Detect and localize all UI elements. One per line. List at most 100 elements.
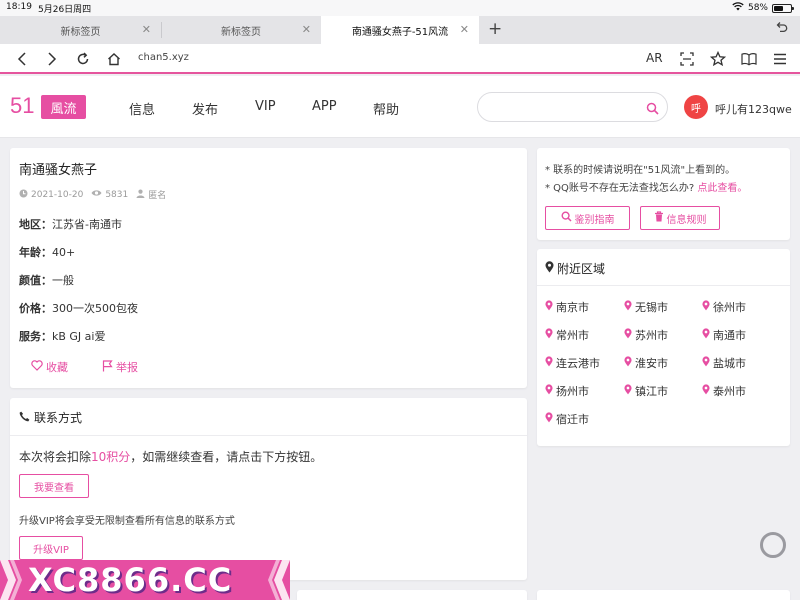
reload-icon[interactable] [75, 51, 91, 67]
city-link[interactable]: 盐城市 [702, 355, 746, 371]
nav-info[interactable]: 信息 [129, 99, 155, 118]
map-pin-icon [545, 356, 553, 370]
tab-active[interactable]: 南通骚女燕子-51风流 ✕ [321, 16, 479, 44]
identify-guide-button[interactable]: 鉴别指南 [545, 206, 630, 230]
home-icon[interactable] [106, 51, 122, 67]
tab-new-1[interactable]: 新标签页 ✕ [0, 16, 161, 44]
city-link[interactable]: 淮安市 [624, 355, 668, 371]
star-icon[interactable] [710, 51, 726, 67]
new-tab-icon[interactable]: + [488, 19, 502, 39]
map-pin-icon [545, 328, 553, 342]
menu-icon[interactable] [772, 51, 788, 67]
floating-assistive-button[interactable] [760, 532, 786, 558]
view-count: 5831 [105, 189, 129, 200]
upgrade-vip-button[interactable]: 升级VIP [19, 536, 83, 560]
map-pin-icon [545, 412, 553, 426]
close-icon[interactable]: ✕ [142, 23, 151, 36]
banner-text: XC8866.CC [28, 561, 233, 599]
map-pin-icon [624, 384, 632, 398]
favorite-button[interactable]: 收藏 [31, 359, 68, 375]
bookmarks-icon[interactable] [741, 51, 757, 67]
nav-app[interactable]: APP [312, 99, 337, 114]
ar-button[interactable]: AR [646, 51, 663, 65]
scan-icon[interactable] [679, 51, 695, 67]
city-link[interactable]: 无锡市 [624, 299, 668, 315]
logo-number[interactable]: 51 [10, 93, 34, 119]
search-icon [560, 211, 572, 225]
map-pin-icon [624, 300, 632, 314]
bottom-card [537, 590, 790, 600]
map-pin-icon [624, 328, 632, 342]
tab-bar: 新标签页 ✕ 新标签页 ✕ 南通骚女燕子-51风流 ✕ + [0, 16, 800, 44]
forward-icon[interactable] [44, 51, 60, 67]
check-here-link[interactable]: 点此查看。 [697, 183, 747, 194]
map-pin-icon [545, 300, 553, 314]
city-label: 常州市 [556, 329, 589, 342]
nav-publish[interactable]: 发布 [192, 99, 218, 118]
trash-icon [654, 211, 664, 225]
nav-vip[interactable]: VIP [255, 99, 276, 114]
city-label: 南京市 [556, 301, 589, 314]
city-link[interactable]: 扬州市 [545, 383, 589, 399]
city-link[interactable]: 连云港市 [545, 355, 600, 371]
nearby-areas-card: 附近区域 南京市 无锡市 徐州市 常州市 苏州市 南通市 连云港市 淮安市 盐城市 扬州市 镇江市 泰… [537, 249, 790, 446]
battery-percent: 58% [747, 3, 768, 13]
tab-new-2[interactable]: 新标签页 ✕ [161, 16, 321, 44]
map-pin-icon [702, 328, 710, 342]
phone-icon [19, 411, 30, 425]
status-time: 18:19 [6, 2, 32, 12]
city-link[interactable]: 常州市 [545, 327, 589, 343]
map-pin-icon [702, 384, 710, 398]
report-button[interactable]: 举报 [102, 359, 138, 375]
contact-title: 联系方式 [19, 409, 82, 426]
city-link[interactable]: 南京市 [545, 299, 589, 315]
username[interactable]: 呼儿有123qwe [715, 101, 792, 117]
contact-card: 联系方式 本次将会扣除10积分，如需继续查看，请点击下方按钮。 我要查看 升级V… [10, 398, 527, 580]
close-icon[interactable]: ✕ [302, 23, 311, 36]
city-label: 南通市 [713, 329, 746, 342]
undo-icon[interactable] [775, 21, 788, 38]
field-price: 价格：300一次500包夜 [19, 302, 138, 315]
close-icon[interactable]: ✕ [460, 23, 469, 36]
logo-badge[interactable]: 風流 [41, 95, 86, 119]
back-icon[interactable] [14, 51, 30, 67]
city-link[interactable]: 徐州市 [702, 299, 746, 315]
ad-banner[interactable]: XC8866.CC [0, 560, 290, 600]
search-input[interactable] [490, 99, 640, 115]
heart-icon [31, 360, 43, 374]
city-link[interactable]: 宿迁市 [545, 411, 589, 427]
field-service: 服务：kB GJ ai爱 [19, 330, 106, 343]
city-label: 苏州市 [635, 329, 668, 342]
bottom-card-left [297, 590, 527, 600]
status-date: 5月26日周四 [38, 5, 92, 15]
field-region: 地区：江苏省-南通市 [19, 218, 122, 231]
notice-card: * 联系的时候请说明在"51风流"上看到的。 * QQ账号不存在无法查找怎么办?… [537, 148, 790, 240]
map-pin-icon [545, 384, 553, 398]
nav-help[interactable]: 帮助 [373, 99, 399, 118]
view-contact-button[interactable]: 我要查看 [19, 474, 89, 498]
post-meta: 2021-10-20 5831 匿名 [19, 188, 166, 201]
flag-icon [102, 359, 113, 375]
search-icon[interactable] [646, 100, 659, 119]
notice-line-1: * 联系的时候请说明在"51风流"上看到的。 [545, 165, 736, 176]
city-link[interactable]: 镇江市 [624, 383, 668, 399]
map-pin-icon [702, 356, 710, 370]
banner-stripes-right [268, 560, 290, 600]
vip-note: 升级VIP将会享受无限制查看所有信息的联系方式 [19, 516, 235, 527]
tab-label: 新标签页 [60, 26, 101, 38]
city-link[interactable]: 南通市 [702, 327, 746, 343]
avatar[interactable]: 呼 [684, 95, 708, 119]
url-text[interactable]: chan5.xyz [138, 52, 189, 63]
battery-icon [772, 3, 794, 13]
city-label: 无锡市 [635, 301, 668, 314]
city-label: 泰州市 [713, 385, 746, 398]
city-link[interactable]: 泰州市 [702, 383, 746, 399]
info-rules-button[interactable]: 信息规则 [640, 206, 720, 230]
map-pin-icon [624, 356, 632, 370]
deduct-message: 本次将会扣除10积分，如需继续查看，请点击下方按钮。 [19, 450, 323, 464]
city-link[interactable]: 苏州市 [624, 327, 668, 343]
city-label: 徐州市 [713, 301, 746, 314]
city-label: 镇江市 [635, 385, 668, 398]
detail-card: 南通骚女燕子 2021-10-20 5831 匿名 地区：江苏省-南通市 年龄：… [10, 148, 527, 388]
wifi-icon [732, 2, 744, 14]
